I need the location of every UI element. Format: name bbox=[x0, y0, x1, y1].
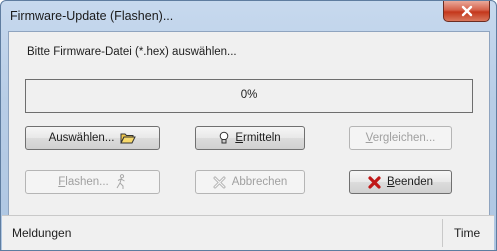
dialog-body: Bitte Firmware-Datei (*.hex) auswählen..… bbox=[8, 31, 490, 246]
progress-bar: 0% bbox=[25, 79, 473, 113]
cross-icon bbox=[213, 176, 226, 189]
progress-text: 0% bbox=[240, 89, 258, 101]
abort-label: Abbrechen bbox=[231, 176, 288, 188]
window: Firmware-Update (Flashen)... Bitte Firmw… bbox=[0, 0, 497, 251]
select-button[interactable]: Auswählen... bbox=[25, 126, 160, 150]
instruction-text: Bitte Firmware-Datei (*.hex) auswählen..… bbox=[27, 46, 237, 58]
select-label: Auswählen... bbox=[48, 132, 115, 144]
exit-label: Beenden bbox=[386, 176, 434, 188]
lightbulb-icon bbox=[219, 131, 229, 145]
status-messages: Meldungen bbox=[12, 226, 72, 240]
window-title: Firmware-Update (Flashen)... bbox=[10, 9, 174, 23]
detect-label: Ermitteln bbox=[235, 132, 281, 144]
folder-icon bbox=[120, 132, 137, 144]
red-x-icon bbox=[368, 175, 381, 189]
compare-button[interactable]: Vergleichen... bbox=[349, 126, 452, 150]
flash-label: Flashen... bbox=[58, 176, 109, 188]
close-icon bbox=[461, 5, 472, 17]
running-man-icon bbox=[115, 174, 127, 190]
close-button[interactable] bbox=[443, 1, 490, 22]
status-time: Time bbox=[454, 226, 481, 240]
title-bar[interactable]: Firmware-Update (Flashen)... bbox=[1, 1, 496, 31]
status-bar: Meldungen Time bbox=[2, 215, 494, 250]
exit-button[interactable]: Beenden bbox=[349, 170, 452, 194]
abort-button[interactable]: Abbrechen bbox=[195, 170, 305, 194]
flash-button[interactable]: Flashen... bbox=[25, 170, 160, 194]
detect-button[interactable]: Ermitteln bbox=[195, 126, 305, 150]
status-divider bbox=[442, 219, 443, 247]
compare-label: Vergleichen... bbox=[365, 132, 436, 144]
